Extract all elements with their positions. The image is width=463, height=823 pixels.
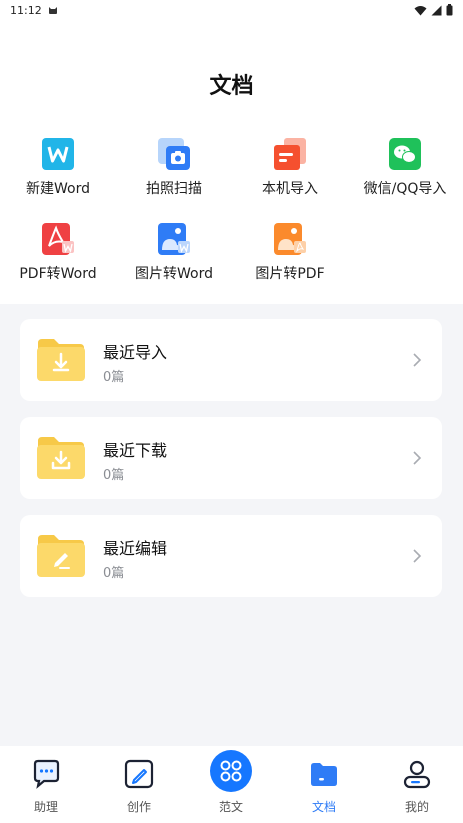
tool-local-import[interactable]: 本机导入	[232, 137, 348, 207]
cat-notification-icon	[48, 7, 57, 14]
card-count: 0篇	[103, 566, 125, 581]
tool-label: 新建Word	[26, 181, 90, 197]
tab-create[interactable]: 创作	[93, 746, 185, 823]
battery-icon	[446, 4, 453, 16]
download-folder-icon	[37, 437, 85, 479]
tool-photo-scan[interactable]: 拍照扫描	[116, 137, 232, 207]
card-title: 最近下载	[103, 441, 168, 460]
tab-label: 我的	[404, 800, 429, 814]
tool-wechat-qq-import[interactable]: 微信/QQ导入	[347, 137, 463, 207]
grid-icon	[220, 760, 242, 782]
status-bar: 11:12	[0, 0, 463, 20]
tool-label: 图片转PDF	[255, 266, 325, 282]
tool-label: 拍照扫描	[146, 181, 202, 197]
tool-label: 本机导入	[262, 181, 318, 197]
recent-import-card[interactable]: 最近导入 0篇	[20, 319, 442, 401]
tab-documents[interactable]: 文档	[278, 746, 370, 823]
wifi-icon	[414, 5, 427, 15]
card-count: 0篇	[103, 468, 125, 483]
tab-label: 文档	[311, 800, 336, 814]
card-title: 最近导入	[103, 343, 168, 362]
image-to-word-icon	[158, 223, 190, 255]
tool-image-to-word[interactable]: 图片转Word	[116, 222, 232, 292]
tab-templates[interactable]: 范文	[185, 746, 277, 823]
templates-center-button[interactable]	[210, 750, 252, 792]
wechat-icon	[389, 138, 421, 170]
edit-folder-icon	[37, 535, 85, 577]
tool-label: 微信/QQ导入	[363, 181, 447, 197]
tab-label: 创作	[126, 800, 151, 814]
tab-label: 范文	[218, 800, 243, 814]
chat-icon	[33, 759, 60, 789]
chevron-right-icon	[413, 353, 422, 367]
tab-assistant[interactable]: 助理	[0, 746, 92, 823]
recent-download-card[interactable]: 最近下载 0篇	[20, 417, 442, 499]
card-count: 0篇	[103, 370, 125, 385]
tools-section: 文档 新建Word 拍照扫描 本机导入 微信/QQ导入 PDF转Word 图片转…	[0, 20, 463, 304]
chevron-right-icon	[413, 451, 422, 465]
word-icon	[42, 138, 74, 170]
page-title: 文档	[209, 74, 254, 99]
chevron-right-icon	[413, 549, 422, 563]
camera-scan-icon	[158, 138, 190, 170]
pdf-to-word-icon	[42, 223, 74, 255]
image-to-pdf-icon	[274, 223, 306, 255]
local-import-icon	[274, 138, 306, 170]
folder-icon	[311, 763, 337, 786]
recent-edit-card[interactable]: 最近编辑 0篇	[20, 515, 442, 597]
status-time: 11:12	[10, 3, 42, 17]
edit-icon	[124, 759, 154, 789]
import-folder-icon	[37, 339, 85, 381]
bottom-tab-bar: 助理 创作 范文 文档 我的	[0, 746, 463, 823]
tool-label: PDF转Word	[19, 266, 97, 282]
tool-image-to-pdf[interactable]: 图片转PDF	[232, 222, 348, 292]
tool-label: 图片转Word	[135, 266, 213, 282]
tab-profile[interactable]: 我的	[371, 746, 463, 823]
tool-new-word[interactable]: 新建Word	[0, 137, 116, 207]
card-title: 最近编辑	[103, 539, 168, 558]
user-icon	[403, 760, 431, 789]
signal-icon	[431, 5, 442, 15]
tab-label: 助理	[33, 800, 58, 814]
tool-pdf-to-word[interactable]: PDF转Word	[0, 222, 116, 292]
